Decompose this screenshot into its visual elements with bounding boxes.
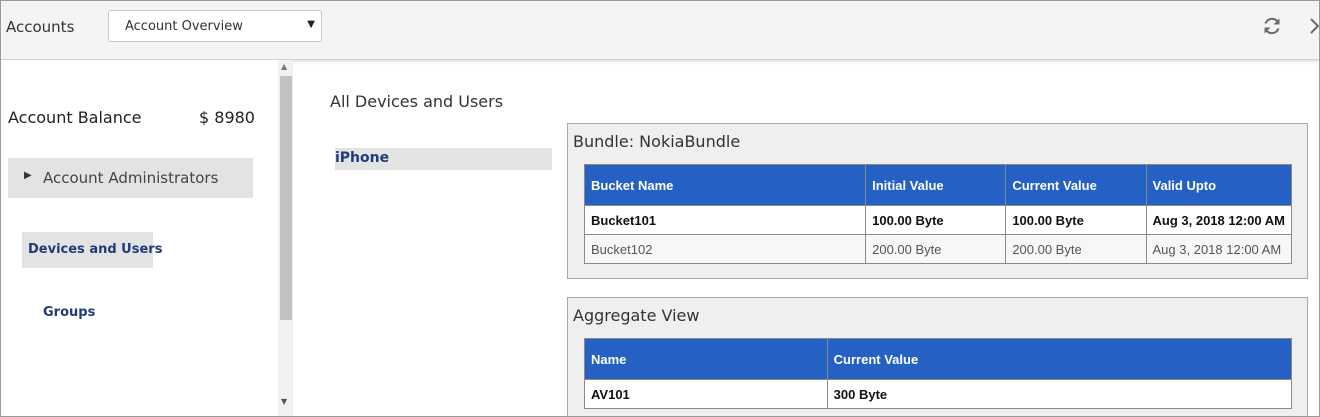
scroll-down-icon[interactable]: ▼ [281,397,287,406]
column-header[interactable]: Current Value [826,338,1293,380]
scroll-thumb[interactable] [280,76,292,320]
column-header[interactable]: Current Value [1005,164,1147,206]
table-cell: 200.00 Byte [1005,234,1147,264]
table-row[interactable]: AV101 300 Byte [584,379,1293,409]
table-row[interactable]: Bucket101 100.00 Byte 100.00 Byte Aug 3,… [583,205,1293,235]
account-administrators-label: Account Administrators [43,169,219,187]
scroll-up-icon[interactable]: ▲ [281,62,287,71]
table-header-row: Name Current Value [584,338,1293,380]
caret-down-icon: ▼ [307,19,315,30]
section-title: All Devices and Users [330,92,504,111]
table-cell: Bucket102 [583,234,867,264]
sidebar-item-label: Devices and Users [28,242,163,257]
bundle-title: Bundle: NokiaBundle [573,132,741,151]
column-header[interactable]: Bucket Name [583,164,867,206]
aggregate-title: Aggregate View [573,306,700,325]
table-cell: 300 Byte [826,379,1293,409]
page-title: Accounts [6,18,75,36]
view-select-value: Account Overview [125,19,243,34]
table-cell: 100.00 Byte [1005,205,1147,235]
aggregate-table: Name Current Value AV101 300 Byte [584,338,1293,409]
table-cell: 100.00 Byte [865,205,1007,235]
chevron-right-icon[interactable] [1307,14,1320,38]
account-administrators-toggle[interactable]: ▶ Account Administrators [8,158,253,198]
column-header[interactable]: Initial Value [865,164,1007,206]
column-header[interactable]: Valid Upto [1145,164,1293,206]
column-header[interactable]: Name [584,338,828,380]
sidebar-item-groups[interactable]: Groups [43,305,95,320]
app-window: Accounts Account Overview ▼ Account Bala… [0,0,1320,417]
sidebar-item-devices-and-users[interactable]: Devices and Users [22,232,162,268]
device-list-item[interactable]: iPhone [335,148,552,170]
table-cell: Aug 3, 2018 12:00 AM [1145,234,1293,264]
table-cell: AV101 [584,379,828,409]
account-balance-value: $ 8980 [199,108,255,127]
bundle-table: Bucket Name Initial Value Current Value … [583,164,1293,264]
table-cell: Aug 3, 2018 12:00 AM [1145,205,1293,235]
view-select[interactable]: Account Overview ▼ [108,10,322,42]
table-cell: 200.00 Byte [865,234,1007,264]
refresh-icon[interactable] [1260,14,1284,38]
table-cell: Bucket101 [583,205,867,235]
table-row[interactable]: Bucket102 200.00 Byte 200.00 Byte Aug 3,… [583,234,1293,264]
top-bar: Accounts Account Overview ▼ [1,1,1319,60]
sidebar: Account Balance $ 8980 ▶ Account Adminis… [1,60,278,416]
caret-right-icon: ▶ [24,170,32,181]
account-balance-label: Account Balance [8,108,142,127]
table-header-row: Bucket Name Initial Value Current Value … [583,164,1293,206]
aggregate-panel: Aggregate View Name Current Value AV101 … [567,297,1308,416]
sidebar-scrollbar[interactable]: ▲ ▼ [278,60,293,416]
device-label: iPhone [335,150,390,166]
bundle-panel: Bundle: NokiaBundle Bucket Name Initial … [567,123,1308,279]
